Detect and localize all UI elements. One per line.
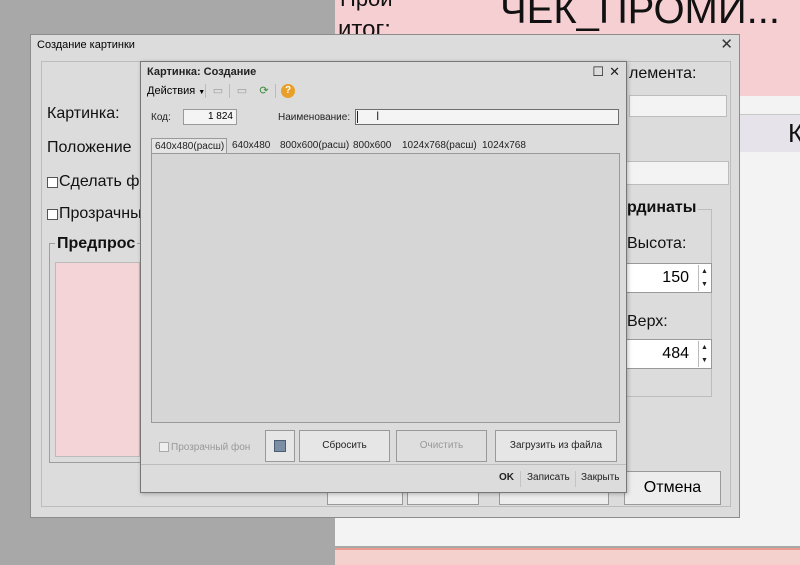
reset-button[interactable]: Сбросить [299,430,390,462]
transparent-checkbox[interactable] [47,209,58,220]
preview-group [49,243,144,463]
picture-label: Картинка: [47,105,120,122]
toolbar-separator [275,84,276,98]
tab-1024x768-ext[interactable]: 1024x768(расш) [399,138,480,154]
preview-group-label: Предпрос [55,235,138,253]
dialog-footer: OK Записать Закрыть [141,464,626,492]
tab-800x600[interactable]: 800x600 [350,138,394,154]
bg-right-label: К [788,118,800,148]
height-value: 150 [662,269,689,286]
transparent-bg-checkbox[interactable] [159,442,169,452]
help-icon[interactable]: ? [281,84,295,98]
clear-button: Очистить [396,430,487,462]
close-icon[interactable]: ✕ [609,64,620,80]
code-label: Код: [151,112,171,123]
top-spinner[interactable]: 484 ▲ ▼ [626,339,712,369]
transparent-checkbox-label: Прозрачны [59,205,142,222]
toolbar-separator [229,84,230,98]
inner-dialog-title: Картинка: Создание [147,66,257,78]
preview-area [55,262,140,457]
height-label: Высота: [627,235,687,252]
save-image-button[interactable] [265,430,295,462]
edit-icon[interactable]: ▭ [235,84,249,98]
maximize-icon[interactable]: ☐ [592,64,604,80]
copy-icon[interactable]: ▭ [211,84,225,98]
load-from-file-button[interactable]: Загрузить из файла [495,430,617,462]
toolbar-separator [205,84,206,98]
position-label: Положение [47,139,132,156]
refresh-icon[interactable]: ⟳ [257,84,271,98]
element-name-label: лемента: [629,65,697,82]
height-spinner[interactable]: 150 ▲ ▼ [626,263,712,293]
top-value: 484 [662,345,689,362]
save-button[interactable]: Записать [527,472,570,483]
toolbar: Действия ▼ ▭ ▭ ⟳ ? [145,82,623,100]
top-label: Верх: [627,313,668,330]
code-field[interactable]: 1 824 [183,109,237,125]
tab-800x600-ext[interactable]: 800x600(расш) [277,138,352,154]
picture-canvas[interactable] [151,153,620,423]
tab-640x480-ext[interactable]: 640x480(расш) [151,138,227,154]
actions-menu-label: Действия [147,85,196,97]
bg-label-1: Прой [340,0,393,12]
action-row: Прозрачный фон Сбросить Очистить Загрузи… [151,430,620,462]
outer-dialog-title: Создание картинки [31,35,739,55]
top-stepper-icon[interactable]: ▲ ▼ [698,341,710,367]
make-checkbox-label: Сделать ф [59,173,140,190]
actions-menu[interactable]: Действия ▼ [147,82,205,102]
picture-create-dialog: Картинка: Создание ☐ ✕ Действия ▼ ▭ ▭ ⟳ … [140,61,627,493]
resolution-tabs: 640x480(расш) 640x480 800x600(расш) 800x… [151,138,620,154]
outer-close-icon[interactable]: ✕ [720,36,733,54]
height-stepper-icon[interactable]: ▲ ▼ [698,265,710,291]
name-label: Наименование: [278,112,351,123]
cancel-button[interactable]: Отмена [624,471,721,505]
code-value: 1 824 [207,111,233,122]
element-second-field[interactable] [626,161,729,185]
text-cursor-icon [357,111,358,123]
transparent-bg-label: Прозрачный фон [171,442,251,453]
name-input[interactable]: I [355,109,619,125]
footer-separator [575,471,576,487]
element-name-field[interactable] [629,95,727,117]
close-button[interactable]: Закрыть [581,472,620,483]
footer-separator [520,471,521,487]
bg-document-title: ЧЕК_ПРОМИ... [500,0,780,32]
make-checkbox[interactable] [47,177,58,188]
tab-640x480[interactable]: 640x480 [229,138,273,154]
background-footer [335,548,800,565]
ibeam-cursor-icon: I [376,109,380,123]
ok-button[interactable]: OK [499,472,514,483]
coordinates-group-label: рдинаты [625,199,699,217]
floppy-icon [274,440,286,452]
tab-1024x768[interactable]: 1024x768 [479,138,529,154]
